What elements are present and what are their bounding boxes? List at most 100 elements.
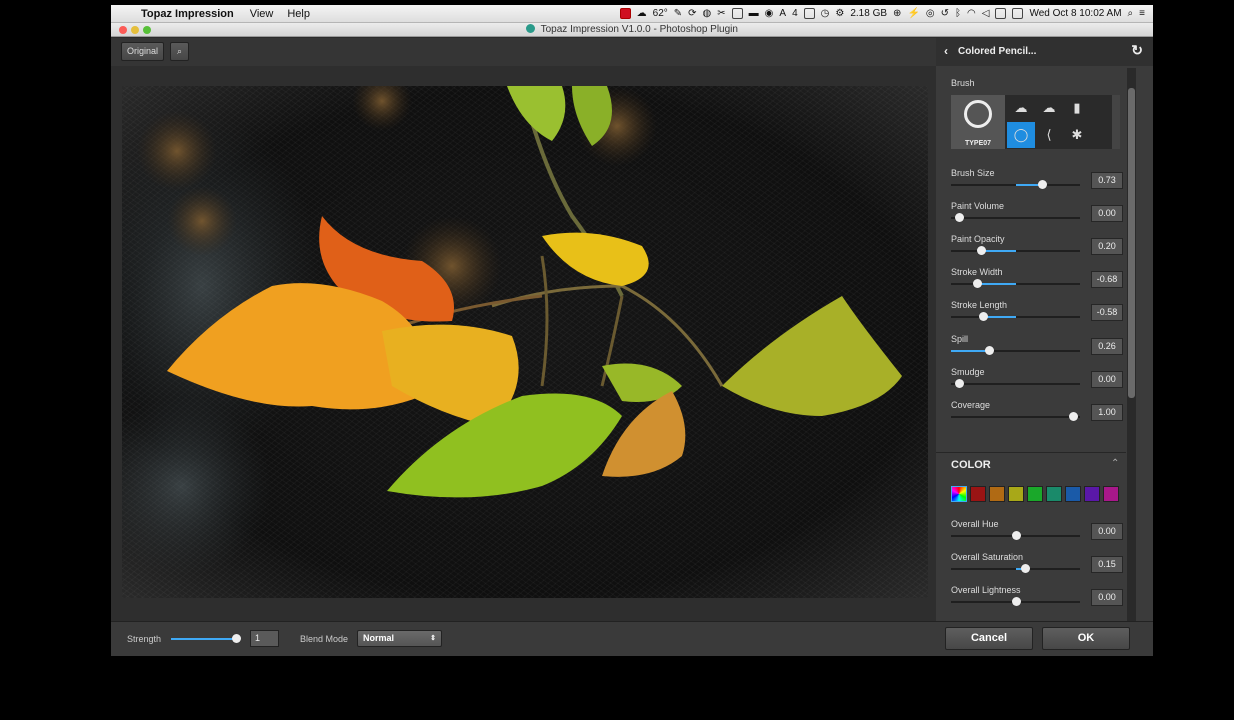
back-chevron-icon[interactable]: ‹: [944, 44, 948, 58]
upload-icon[interactable]: ⊕: [893, 8, 901, 19]
bottom-bar: Strength 1 Blend Mode Normal ⇕ Cancel OK: [111, 621, 1153, 656]
strength-thumb[interactable]: [232, 634, 241, 643]
brush-preview[interactable]: TYPE07: [951, 95, 1005, 149]
slider-thumb[interactable]: [977, 246, 986, 255]
panel-scrollbar[interactable]: [1127, 68, 1136, 621]
spotlight-icon[interactable]: ⌕: [1128, 8, 1134, 19]
cancel-button[interactable]: Cancel: [945, 627, 1033, 650]
slider-overall-lightness: Overall Lightness 0.00: [951, 585, 1123, 615]
slider-thumb[interactable]: [1038, 180, 1047, 189]
gear-icon[interactable]: ⚙: [835, 8, 844, 19]
bolt-icon[interactable]: ⚡: [907, 8, 919, 19]
screen: Topaz Impression View Help ☁ 62° ✎ ⟳ ◍ ✂…: [111, 5, 1153, 656]
time-machine-icon[interactable]: ↺: [941, 8, 949, 19]
color-heading[interactable]: COLOR: [951, 459, 991, 471]
slider-value[interactable]: 0.73: [1091, 172, 1123, 189]
slider-value[interactable]: 0.26: [1091, 338, 1123, 355]
lifebuoy-icon[interactable]: ◎: [926, 8, 935, 19]
clock-icon[interactable]: ◷: [821, 8, 830, 19]
slider-track[interactable]: [951, 383, 1080, 385]
slider-track[interactable]: [951, 217, 1080, 219]
brush-circle-icon[interactable]: ◯: [1007, 122, 1035, 148]
wifi-icon[interactable]: ◠: [967, 8, 976, 19]
slider-value[interactable]: 0.00: [1091, 371, 1123, 388]
magnifier-icon: ⌕: [176, 46, 183, 56]
strength-slider[interactable]: [171, 638, 237, 640]
slider-value[interactable]: 0.00: [1091, 205, 1123, 222]
close-window-icon[interactable]: [119, 26, 127, 34]
swatch-yellow[interactable]: [1008, 486, 1024, 502]
sync-icon[interactable]: ⟳: [688, 8, 696, 19]
preview-image[interactable]: [122, 86, 928, 598]
slider-label: Smudge: [951, 367, 985, 377]
slider-value[interactable]: 0.20: [1091, 238, 1123, 255]
brush-cloud-icon[interactable]: ☁: [1007, 95, 1035, 121]
slider-value[interactable]: 0.00: [1091, 523, 1123, 540]
slider-thumb[interactable]: [955, 379, 964, 388]
adobe-icon[interactable]: A: [779, 8, 786, 19]
close-box-icon[interactable]: [995, 8, 1007, 19]
slider-value[interactable]: -0.68: [1091, 271, 1123, 288]
slider-thumb[interactable]: [955, 213, 964, 222]
slider-paint-volume: Paint Volume 0.00: [951, 201, 1123, 231]
slider-thumb[interactable]: [1012, 597, 1021, 606]
slider-thumb[interactable]: [1069, 412, 1078, 421]
clipboard-icon[interactable]: ✂: [717, 8, 725, 19]
slider-label: Overall Saturation: [951, 552, 1024, 562]
weather-icon[interactable]: ☁: [637, 8, 647, 19]
bluetooth-icon[interactable]: ᛒ: [955, 8, 961, 19]
swatch-blue[interactable]: [1065, 486, 1081, 502]
window-icon[interactable]: [731, 8, 743, 19]
app-menu[interactable]: Topaz Impression: [141, 8, 234, 20]
swatch-magenta[interactable]: [1103, 486, 1119, 502]
swatch-teal[interactable]: [1046, 486, 1062, 502]
clock-readout[interactable]: Wed Oct 8 10:02 AM: [1029, 8, 1121, 19]
swatch-red[interactable]: [970, 486, 986, 502]
slider-thumb[interactable]: [1021, 564, 1030, 573]
swatch-multicolor[interactable]: [951, 486, 967, 502]
slider-thumb[interactable]: [1012, 531, 1021, 540]
globe-icon[interactable]: ◍: [703, 8, 712, 19]
swatch-orange[interactable]: [989, 486, 1005, 502]
volume-icon[interactable]: ◁: [982, 8, 990, 19]
swatch-purple[interactable]: [1084, 486, 1100, 502]
select-arrows-icon: ⇕: [430, 635, 436, 642]
brush-scrollbar[interactable]: [1112, 95, 1120, 149]
brush-splash-icon[interactable]: ✱: [1063, 122, 1091, 148]
red-app-icon[interactable]: [619, 8, 631, 19]
blend-mode-select[interactable]: Normal ⇕: [357, 630, 442, 647]
slider-thumb[interactable]: [979, 312, 988, 321]
slider-thumb[interactable]: [985, 346, 994, 355]
collapse-chevron-icon[interactable]: ⌃: [1111, 458, 1119, 469]
panel-scroll-thumb[interactable]: [1128, 88, 1135, 398]
ok-button[interactable]: OK: [1042, 627, 1130, 650]
zoom-button[interactable]: ⌕: [170, 42, 189, 61]
reset-icon[interactable]: ↻: [1131, 42, 1143, 59]
slider-thumb[interactable]: [973, 279, 982, 288]
slider-value[interactable]: 0.15: [1091, 556, 1123, 573]
display-icon[interactable]: [803, 8, 815, 19]
brush-label: Brush: [951, 78, 975, 88]
menu-help[interactable]: Help: [287, 8, 310, 20]
notification-center-icon[interactable]: ≡: [1139, 8, 1145, 19]
slider-track[interactable]: [951, 416, 1080, 418]
battery-icon[interactable]: [1012, 8, 1024, 19]
zoom-window-icon[interactable]: [143, 26, 151, 34]
tools-icon[interactable]: ✎: [674, 8, 682, 19]
brush-stroke-icon[interactable]: ⟨: [1035, 122, 1063, 148]
brush-bottle-icon[interactable]: ▮: [1063, 95, 1091, 121]
minimize-window-icon[interactable]: [131, 26, 139, 34]
menu-view[interactable]: View: [250, 8, 274, 20]
brush-blob-icon[interactable]: ☁: [1035, 95, 1063, 121]
swatch-green[interactable]: [1027, 486, 1043, 502]
slider-value[interactable]: -0.58: [1091, 304, 1123, 321]
original-button[interactable]: Original: [121, 42, 164, 61]
slider-value[interactable]: 1.00: [1091, 404, 1123, 421]
strength-input[interactable]: 1: [250, 630, 279, 647]
flag-icon[interactable]: ▬: [749, 8, 759, 19]
mac-menubar: Topaz Impression View Help ☁ 62° ✎ ⟳ ◍ ✂…: [111, 5, 1153, 23]
blend-mode-value: Normal: [363, 633, 395, 643]
camera-icon[interactable]: ◉: [765, 8, 774, 19]
slider-spill: Spill 0.26: [951, 334, 1123, 364]
slider-value[interactable]: 0.00: [1091, 589, 1123, 606]
